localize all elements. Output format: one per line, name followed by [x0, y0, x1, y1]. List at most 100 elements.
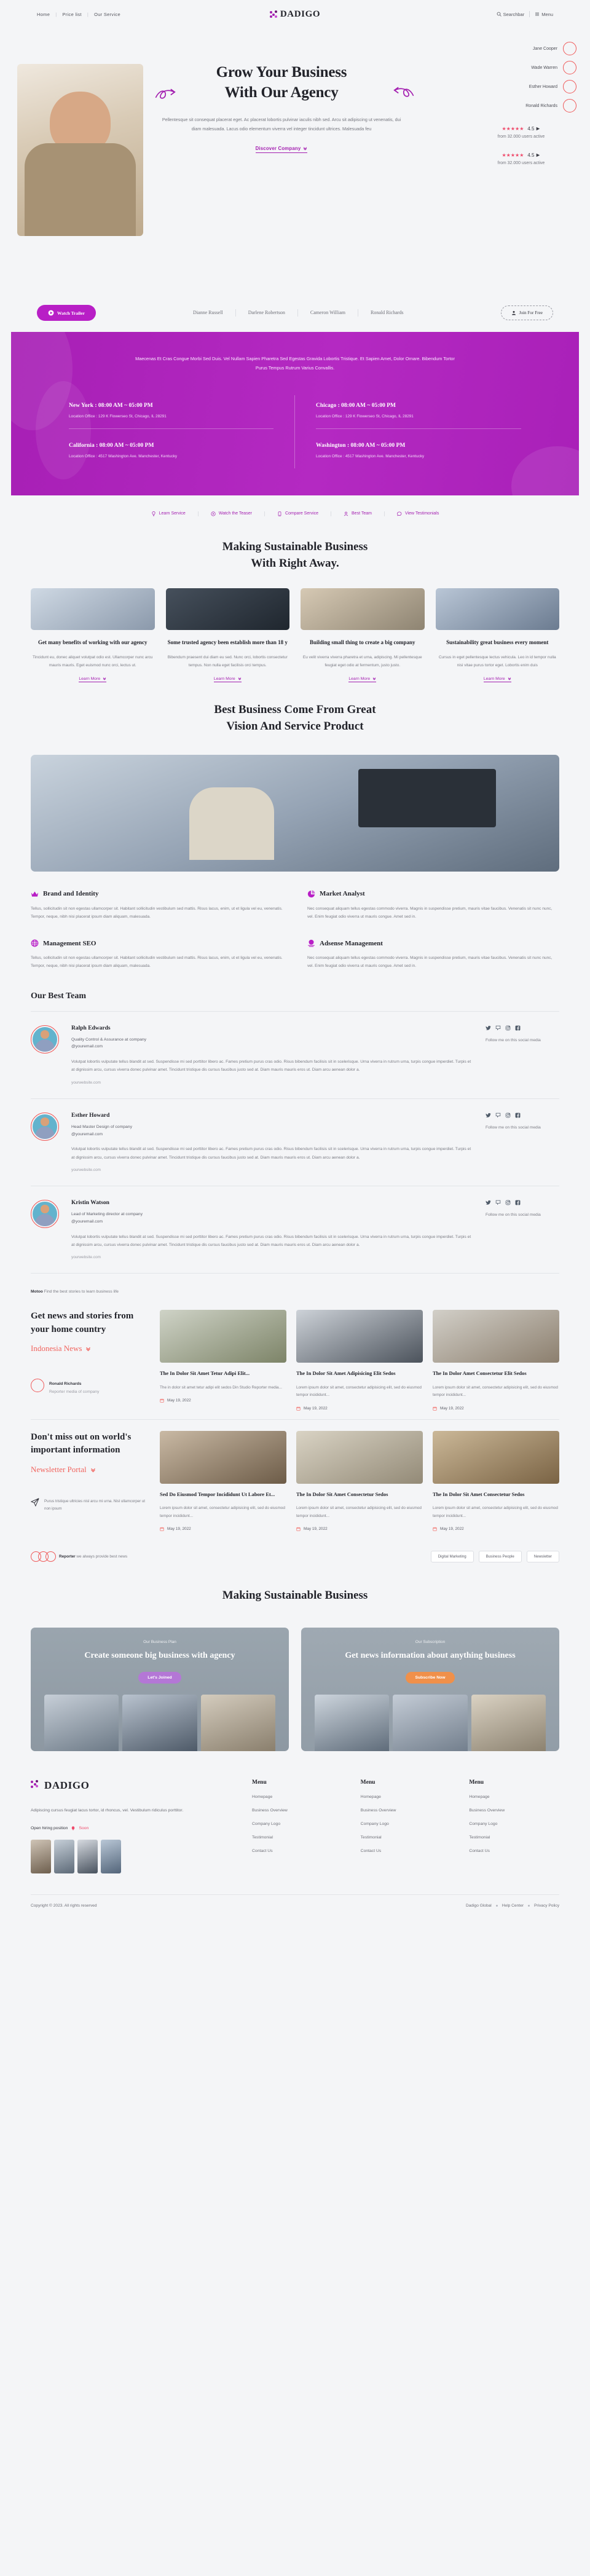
twitch-icon[interactable] [495, 1200, 501, 1205]
learn-more-label: Learn More [79, 676, 101, 681]
footer-link-contact-us[interactable]: Contact Us [469, 1849, 559, 1853]
partner-name[interactable]: Darlene Robertson [236, 309, 298, 317]
searchbar-button[interactable]: Searchbar [497, 12, 524, 17]
footer-link-help-center[interactable]: Help Center [502, 1904, 524, 1908]
learn-more-link[interactable]: Learn More [213, 677, 242, 683]
news-card-image [160, 1430, 286, 1484]
partner-name[interactable]: Dianne Russell [181, 309, 236, 317]
footer-link-contact-us[interactable]: Contact Us [361, 1849, 451, 1853]
news-card[interactable]: The In Dolor Sit Amet Tetur Adipi Elit..… [160, 1309, 286, 1411]
subscribe-now-button[interactable]: Subscribe Now [406, 1671, 455, 1684]
team-member-name: Ralph Edwards [71, 1025, 111, 1031]
footer-link-homepage[interactable]: Homepage [252, 1795, 342, 1799]
footer-link-testimonial[interactable]: Testimonial [361, 1835, 451, 1840]
footer-link-testimonial[interactable]: Testimonial [469, 1835, 559, 1840]
panel-heading: Create someone big business with agency [84, 1650, 235, 1660]
news-card[interactable]: The In Dolor Sit Amet Consectetur Sedos … [296, 1430, 423, 1531]
twitter-icon[interactable] [486, 1200, 491, 1205]
twitch-icon[interactable] [495, 1025, 501, 1031]
indonesia-news-link[interactable]: Indonesia News [31, 1344, 148, 1353]
user-icon [511, 310, 516, 315]
footer: DADIGO Adipiscing cursus feugiat lacus t… [31, 1751, 559, 1921]
nav-link-our-service[interactable]: Our Service [94, 12, 120, 17]
footer-logo[interactable]: DADIGO [31, 1779, 234, 1792]
twitch-icon[interactable] [495, 1113, 501, 1118]
offices-lead-text: Maecenas Et Cras Congue Morbi Sed Duis. … [135, 356, 455, 371]
benefit-card: Some trusted agency been establish more … [165, 588, 289, 683]
tag-newsletter[interactable]: Newsletter [526, 1551, 559, 1563]
footer-link-business-overview[interactable]: Business Overview [469, 1808, 559, 1813]
facebook-icon[interactable] [515, 1113, 521, 1118]
instagram-icon[interactable] [505, 1113, 511, 1118]
person-row[interactable]: Esther Howard [466, 80, 576, 93]
play-icon[interactable] [536, 153, 540, 157]
quick-links-bar: Learn Service Watch the Teaser Compare S… [0, 495, 590, 520]
panel-images [44, 1694, 275, 1751]
footer-link-company-logo[interactable]: Company Logo [252, 1822, 342, 1826]
quick-link-learn-service[interactable]: Learn Service [139, 511, 199, 516]
footer-link-business-overview[interactable]: Business Overview [252, 1808, 342, 1813]
team-member-bio: Volutpat lobortis vulputate tellus bland… [71, 1060, 471, 1073]
menu-button[interactable]: Menu [535, 12, 553, 17]
nav-link-home[interactable]: Home [37, 12, 50, 17]
newsletter-portal-link[interactable]: Newsletter Portal [31, 1465, 148, 1475]
instagram-icon[interactable] [505, 1025, 511, 1031]
news-card-date: May 19, 2022 [440, 1406, 464, 1411]
nav-link-price-list[interactable]: Price list [62, 12, 81, 17]
team-member-social: Follow me on this social media [486, 1113, 559, 1172]
footer-link-homepage[interactable]: Homepage [469, 1795, 559, 1799]
learn-more-link[interactable]: Learn More [483, 677, 511, 683]
quick-link-view-testimonials[interactable]: View Testimonials [385, 511, 451, 516]
quick-link-watch-teaser[interactable]: Watch the Teaser [199, 511, 265, 516]
play-icon[interactable] [536, 127, 540, 131]
person-row[interactable]: Wade Warren [466, 61, 576, 74]
brand-logo[interactable]: DADIGO [252, 9, 338, 20]
footer-link-contact-us[interactable]: Contact Us [252, 1849, 342, 1853]
team-member-site[interactable]: yourwebsite.com [71, 1255, 473, 1259]
footer-link-privacy-policy[interactable]: Privacy Policy [534, 1904, 559, 1908]
benefit-card: Get many benefits of working with our ag… [31, 588, 155, 683]
footer-link-dadigo-global[interactable]: Dadigo Global [466, 1904, 492, 1908]
twitter-icon[interactable] [486, 1025, 491, 1031]
person-row[interactable]: Ronald Richards [466, 99, 576, 112]
instagram-icon[interactable] [505, 1200, 511, 1205]
watch-trailer-button[interactable]: Watch Trailer [37, 305, 96, 321]
menu-label: Menu [541, 11, 553, 17]
join-for-free-button[interactable]: Join For Free [500, 305, 553, 320]
footer-link-homepage[interactable]: Homepage [361, 1795, 451, 1799]
facebook-icon[interactable] [515, 1025, 521, 1031]
team-member-email: @youremail.com [71, 1132, 103, 1136]
lets-joined-button[interactable]: Let's Joined [138, 1671, 181, 1684]
team-member-site[interactable]: yourwebsite.com [71, 1168, 473, 1172]
tag-business-people[interactable]: Business People [478, 1551, 522, 1563]
news-card-title: Sed Do Eiusmod Tempor Incididunt Ut Labo… [160, 1491, 275, 1497]
discover-company-link[interactable]: Discover Company [255, 146, 308, 154]
quick-link-compare-service[interactable]: Compare Service [265, 511, 332, 516]
footer-link-testimonial[interactable]: Testimonial [252, 1835, 342, 1840]
footer-link-business-overview[interactable]: Business Overview [361, 1808, 451, 1813]
news-block-header: Get news and stories from your home coun… [31, 1310, 148, 1411]
offices-column-right: Chicago : 08:00 AM ~ 05:00 PM Location O… [295, 395, 542, 468]
news-card-text: Lorem ipsum dolor sit amet, consectetur … [296, 1385, 422, 1398]
person-row[interactable]: Jane Cooper [466, 42, 576, 55]
twitter-icon[interactable] [486, 1113, 491, 1118]
footer-link-company-logo[interactable]: Company Logo [361, 1822, 451, 1826]
news-card[interactable]: The In Dolor Amet Consectetur Elit Sedos… [433, 1309, 559, 1411]
news-card[interactable]: The In Dolor Sit Amet Consectetur Sedos … [433, 1430, 559, 1531]
learn-more-link[interactable]: Learn More [348, 677, 377, 683]
card-text: Eu velit viverra viverra pharetra et urn… [302, 655, 422, 668]
crown-icon [31, 890, 39, 898]
tag-digital-marketing[interactable]: Digital Marketing [430, 1551, 474, 1563]
footer-link-company-logo[interactable]: Company Logo [469, 1822, 559, 1826]
news-card[interactable]: The In Dolor Sit Amet Adipisicing Elit S… [296, 1309, 423, 1411]
news-card-text: Lorem ipsum dolor sit amet, consectetur … [160, 1506, 285, 1518]
partner-name[interactable]: Ronald Richards [358, 309, 416, 317]
facebook-icon[interactable] [515, 1200, 521, 1205]
quick-link-best-team[interactable]: Best Team [331, 511, 385, 516]
team-member-site[interactable]: yourwebsite.com [71, 1081, 473, 1085]
news-card-date-row: May 19, 2022 [160, 1398, 286, 1403]
news-card[interactable]: Sed Do Eiusmod Tempor Incididunt Ut Labo… [160, 1430, 286, 1531]
partner-name[interactable]: Cameron William [298, 309, 358, 317]
calendar-icon [296, 1527, 301, 1531]
learn-more-link[interactable]: Learn More [79, 676, 107, 683]
